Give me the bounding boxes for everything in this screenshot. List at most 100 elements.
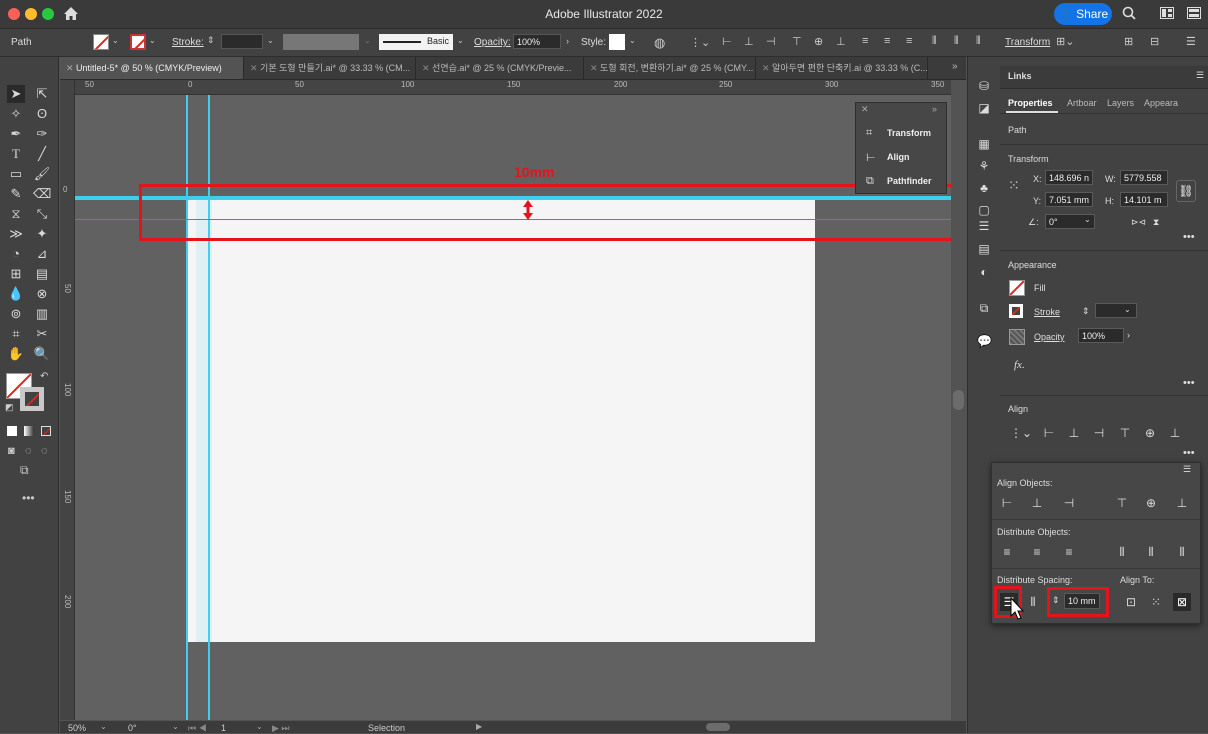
distribute-hcenter-icon[interactable]: ⫴	[954, 35, 959, 48]
column-graph-tool-icon[interactable]: ▥	[33, 305, 51, 323]
panel-item-transform[interactable]: ⌗ Transform	[856, 122, 946, 144]
more-options-icon[interactable]: •••	[1183, 377, 1195, 389]
artboard-tool-icon[interactable]: ⌗	[7, 325, 25, 343]
align-right-icon[interactable]: ⊣	[1062, 496, 1076, 510]
align-left-icon[interactable]: ⊢	[722, 35, 732, 48]
chevron-down-icon[interactable]: ⌄	[1084, 215, 1091, 224]
distribute-top-icon[interactable]: ≡	[1000, 545, 1014, 559]
gradient-panel-icon[interactable]: ▤	[977, 242, 991, 256]
constrain-proportions-icon[interactable]: ⛓	[1176, 180, 1196, 202]
distribute-left-icon[interactable]: ⫴	[1115, 545, 1129, 559]
chevron-right-icon[interactable]: ›	[1127, 330, 1130, 340]
tab-document-1[interactable]: ✕ Untitled-5* @ 50 % (CMYK/Preview)	[60, 57, 244, 79]
panel-item-pathfinder[interactable]: ⧉ Pathfinder	[856, 170, 946, 192]
transform-options-icon[interactable]: ⊞⌄	[1056, 35, 1074, 48]
transparency-icon[interactable]: ◐	[977, 265, 991, 279]
direct-selection-tool-icon[interactable]: ⇱	[33, 85, 51, 103]
hand-tool-icon[interactable]: ✋	[7, 345, 25, 363]
tab-properties[interactable]: Properties	[1008, 98, 1053, 108]
artboard-number[interactable]: 1	[221, 723, 226, 733]
eyedropper-tool-icon[interactable]: 💧	[7, 285, 25, 303]
first-artboard-icon[interactable]: ⏮ ◀	[188, 723, 207, 734]
chevron-right-icon[interactable]: ›	[566, 36, 569, 46]
tab-artboards[interactable]: Artboar	[1067, 98, 1097, 108]
fill-swatch[interactable]	[93, 34, 109, 50]
edit-toolbar-icon[interactable]: •••	[22, 491, 35, 505]
rectangle-tool-icon[interactable]: ▭	[7, 165, 25, 183]
chevron-down-icon[interactable]: ⌄	[100, 722, 107, 731]
distribute-hcenter-icon[interactable]: ⫴	[1144, 545, 1158, 559]
pen-tool-icon[interactable]: ✒	[7, 125, 25, 143]
distribute-bottom-icon[interactable]: ≡	[1062, 545, 1076, 559]
arrange-icon[interactable]: ⊟	[1150, 35, 1159, 48]
fx-icon[interactable]: fx.	[1014, 359, 1025, 371]
stepper-icon[interactable]: ⇕	[207, 35, 215, 46]
reference-point-icon[interactable]: ⁙	[1008, 177, 1020, 194]
align-to-key-object-button[interactable]: ⊠	[1173, 593, 1191, 611]
stroke-swatch[interactable]	[130, 34, 146, 50]
workspace-icon[interactable]	[1187, 7, 1201, 19]
shaper-tool-icon[interactable]: ✎	[7, 185, 25, 203]
reflect-tool-icon[interactable]: ⧖	[7, 205, 25, 223]
close-icon[interactable]: ✕	[861, 104, 869, 115]
close-icon[interactable]: ✕	[66, 63, 76, 73]
isolate-icon[interactable]: ⊞	[1124, 35, 1133, 48]
close-icon[interactable]: ✕	[762, 63, 772, 73]
close-icon[interactable]: ✕	[250, 63, 260, 73]
last-artboard-icon[interactable]: ▶ ⏭	[272, 723, 290, 734]
align-to-artboard-icon[interactable]: ⊡	[1124, 595, 1138, 609]
symbols-icon[interactable]: ♣	[977, 181, 991, 195]
share-button[interactable]: 👤 Share	[1054, 3, 1112, 25]
gradient-mode-icon[interactable]	[24, 426, 34, 436]
flip-horizontal-icon[interactable]: ⊳⊲	[1131, 217, 1146, 228]
align-bottom-icon[interactable]: ⊥	[836, 35, 846, 48]
swap-colors-icon[interactable]: ↶	[40, 371, 48, 382]
draw-normal-icon[interactable]: ◙	[8, 445, 15, 457]
play-icon[interactable]: ▶	[476, 722, 482, 731]
libraries-icon[interactable]: ⛁	[977, 79, 991, 93]
distribute-vcenter-icon[interactable]: ≡	[884, 35, 890, 47]
stroke-weight-field[interactable]	[221, 34, 263, 49]
arrange-documents-icon[interactable]	[1160, 7, 1174, 19]
stroke-color-box[interactable]	[20, 387, 44, 411]
align-to-selection-icon[interactable]: ⋮⌄	[690, 36, 710, 49]
properties-icon[interactable]: ◪	[977, 101, 991, 115]
tab-layers[interactable]: Layers	[1107, 98, 1134, 108]
chevron-down-icon[interactable]: ⌄	[256, 722, 263, 731]
paintbrush-tool-icon[interactable]: 🖌	[33, 165, 51, 183]
opacity-field[interactable]: 100%	[1078, 328, 1124, 343]
zoom-level[interactable]: 50%	[68, 723, 86, 733]
gradient-tool-icon[interactable]: ▤	[33, 265, 51, 283]
draw-behind-icon[interactable]: ◌	[25, 445, 32, 457]
chevron-down-icon[interactable]: ⌄	[112, 36, 119, 45]
close-icon[interactable]: ✕	[422, 63, 432, 73]
blend-tool-icon[interactable]: ⊗	[33, 285, 51, 303]
lasso-tool-icon[interactable]: ʘ	[33, 105, 51, 123]
expand-panels-icon[interactable]: »	[932, 104, 937, 114]
vertical-ruler[interactable]: 0 50 100 150 200	[60, 80, 75, 720]
tab-document-3[interactable]: ✕ 선연습.ai* @ 25 % (CMYK/Previe...	[416, 57, 584, 79]
tab-document-5[interactable]: ✕ 알아두면 편한 단축키.ai @ 33.33 % (C...	[756, 57, 928, 79]
width-tool-icon[interactable]: ≫	[7, 225, 25, 243]
graphic-styles-icon[interactable]: ▢	[977, 203, 991, 217]
horizontal-scroll-thumb[interactable]	[706, 723, 730, 731]
canvas[interactable]: 10mm	[75, 95, 951, 720]
align-right-icon[interactable]: ⊣	[766, 35, 776, 48]
artboard[interactable]	[188, 199, 815, 642]
panel-title[interactable]: Links	[1008, 71, 1032, 81]
stroke-panel-icon[interactable]: ☰	[977, 219, 991, 233]
symbol-sprayer-tool-icon[interactable]: ⊚	[7, 305, 25, 323]
scale-tool-icon[interactable]: ⤡	[33, 205, 51, 223]
x-field[interactable]: 148.696 n	[1045, 170, 1093, 185]
align-hcenter-icon[interactable]: ⊥	[1067, 426, 1081, 440]
chevron-down-icon[interactable]: ⌄	[267, 36, 274, 45]
tab-appearance[interactable]: Appeara	[1144, 98, 1178, 108]
mesh-tool-icon[interactable]: ⊞	[7, 265, 25, 283]
distribute-vcenter-icon[interactable]: ≡	[1030, 545, 1044, 559]
opacity-label[interactable]: Opacity:	[474, 37, 511, 48]
magic-wand-tool-icon[interactable]: ✧	[7, 105, 25, 123]
puppet-warp-tool-icon[interactable]: ✦	[33, 225, 51, 243]
stroke-label[interactable]: Stroke:	[172, 37, 204, 48]
align-bottom-icon[interactable]: ⊥	[1168, 426, 1182, 440]
panel-menu-icon[interactable]: ☰	[1196, 70, 1204, 81]
